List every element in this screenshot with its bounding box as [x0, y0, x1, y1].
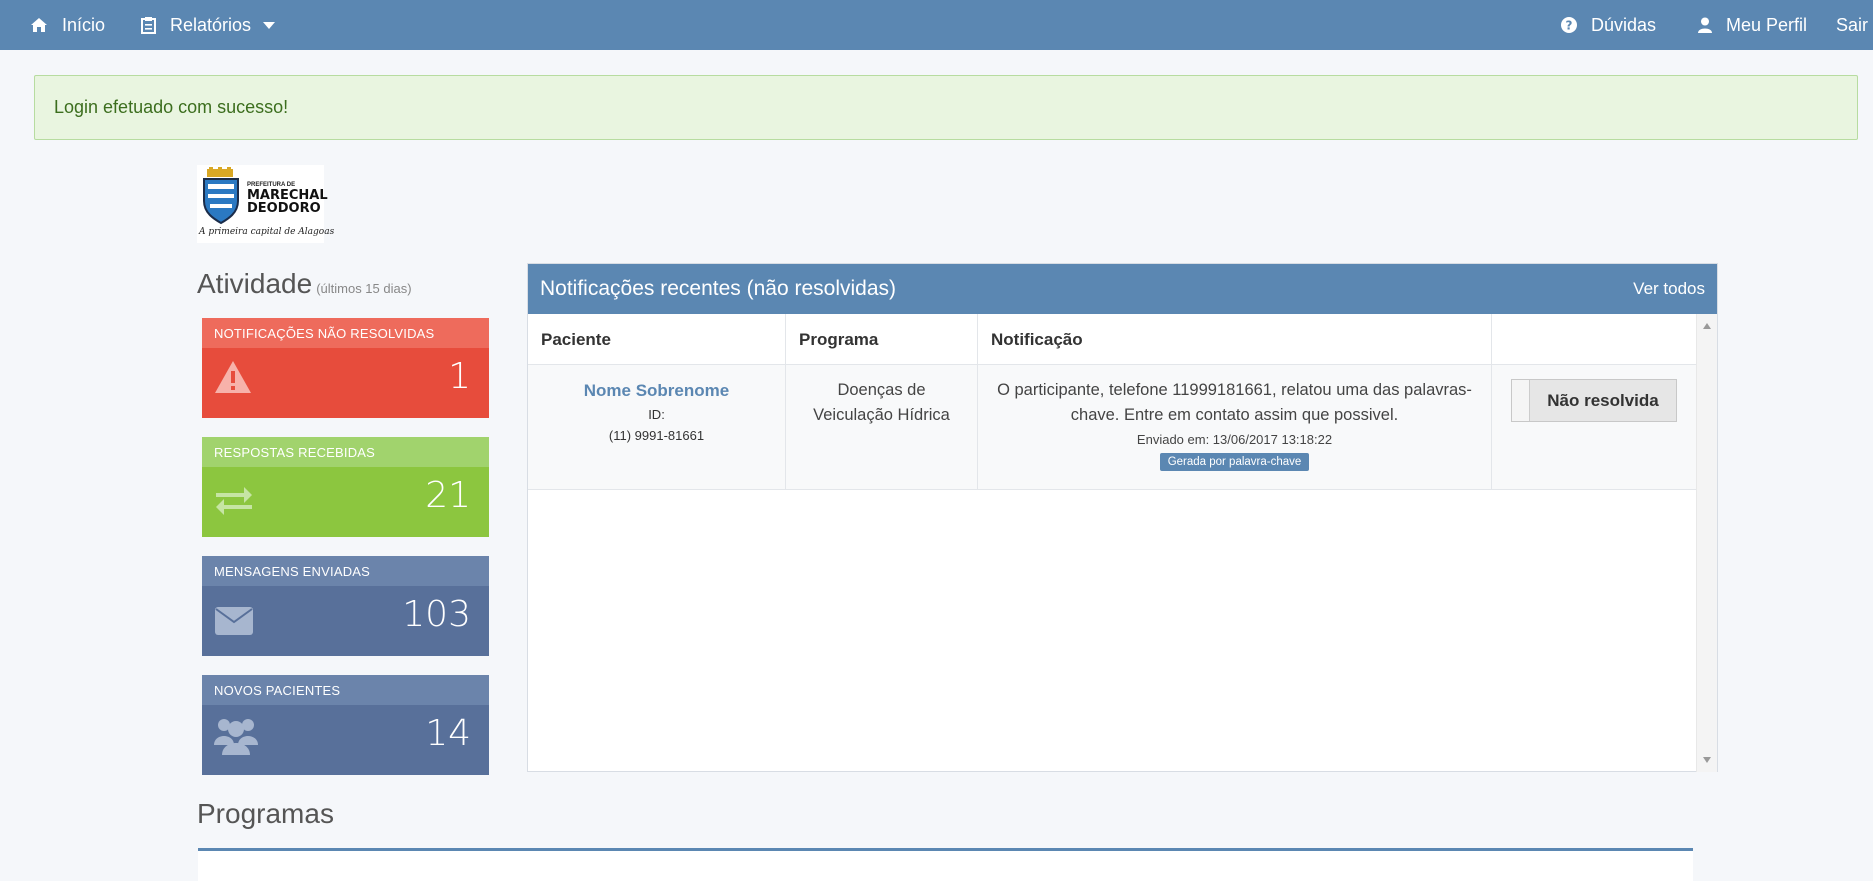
coat-of-arms-icon: [203, 167, 239, 225]
programs-panel: [198, 848, 1693, 881]
see-all-link[interactable]: Ver todos: [1633, 279, 1705, 299]
users-icon: [214, 719, 258, 755]
nav-reports-dropdown[interactable]: Relatórios: [141, 0, 276, 50]
stat-value: 1: [448, 356, 471, 397]
cell-action: Não resolvida: [1492, 365, 1696, 490]
keyword-badge: Gerada por palavra-chave: [1159, 453, 1310, 471]
logo-line2: MARECHAL DEODORO: [247, 189, 328, 215]
notifications-title: Notificações recentes (não resolvidas): [540, 277, 896, 300]
stat-unresolved-notifications[interactable]: NOTIFICAÇÕES NÃO RESOLVIDAS 1: [202, 318, 489, 418]
success-alert: Login efetuado com sucesso!: [34, 75, 1858, 140]
column-header-notification[interactable]: Notificação: [978, 314, 1492, 365]
nav-help-label: Dúvidas: [1591, 14, 1657, 35]
column-header-program[interactable]: Programa: [786, 314, 978, 365]
nav-reports-label: Relatórios: [170, 14, 252, 35]
notification-text: O participante, telefone 11999181661, re…: [997, 381, 1472, 424]
municipality-logo: PREFEITURA DE MARECHAL DEODORO A primeir…: [197, 165, 334, 243]
patient-phone: (11) 9991-81661: [608, 428, 705, 443]
exchange-icon: [216, 487, 252, 515]
clipboard-icon: [141, 17, 156, 34]
column-header-action: [1492, 314, 1696, 365]
user-icon: [1698, 17, 1712, 33]
nav-profile-label: Meu Perfil: [1726, 14, 1808, 35]
stat-label: MENSAGENS ENVIADAS: [202, 556, 489, 586]
column-header-patient[interactable]: Paciente: [528, 314, 786, 365]
stat-label: NOTIFICAÇÕES NÃO RESOLVIDAS: [202, 318, 489, 348]
stat-label: NOVOS PACIENTES: [202, 675, 489, 705]
stat-new-patients[interactable]: NOVOS PACIENTES 14: [202, 675, 489, 775]
stat-value: 21: [425, 475, 471, 516]
patient-id: ID:: [648, 407, 665, 422]
panel-scrollbar[interactable]: [1696, 314, 1717, 772]
sent-timestamp: Enviado em: 13/06/2017 13:18:22: [1136, 432, 1333, 447]
chevron-down-icon: [263, 21, 276, 29]
cell-patient: Nome Sobrenome ID: (11) 9991-81661: [528, 365, 786, 490]
patient-name-link[interactable]: Nome Sobrenome: [528, 381, 785, 401]
stat-label: RESPOSTAS RECEBIDAS: [202, 437, 489, 467]
home-icon: [31, 18, 47, 32]
logo-line3-text: DEODORO: [247, 201, 321, 216]
envelope-icon: [215, 607, 253, 635]
activity-heading: Atividade (últimos 15 dias): [197, 268, 412, 300]
warning-icon: [215, 361, 251, 393]
stat-value: 103: [402, 594, 471, 635]
top-navbar: Início Relatórios ? Dúvidas Meu Perfil S…: [0, 0, 1873, 50]
nav-home-label: Início: [62, 14, 106, 35]
alert-message: Login efetuado com sucesso!: [54, 97, 289, 117]
activity-subtitle: (últimos 15 dias): [316, 281, 412, 296]
activity-title: Atividade: [197, 268, 313, 299]
nav-profile[interactable]: Meu Perfil: [1698, 0, 1807, 50]
notifications-panel-header: Notificações recentes (não resolvidas) V…: [528, 264, 1717, 314]
cell-notification: O participante, telefone 11999181661, re…: [978, 365, 1492, 490]
unresolved-toggle-label: Não resolvida: [1547, 390, 1659, 410]
nav-help[interactable]: ? Dúvidas: [1561, 0, 1656, 50]
nav-logout[interactable]: Sair: [1836, 0, 1868, 50]
programs-heading: Programas: [197, 798, 334, 829]
table-row: Nome Sobrenome ID: (11) 9991-81661 Doenç…: [528, 365, 1696, 490]
question-circle-icon: ?: [1561, 17, 1577, 33]
program-name: Doenças de Veiculação Hídrica: [813, 381, 950, 424]
unresolved-toggle-button[interactable]: Não resolvida: [1511, 379, 1677, 422]
svg-text:?: ?: [1566, 19, 1573, 33]
logo-tagline: A primeira capital de Alagoas: [199, 227, 335, 237]
toggle-switch: [1512, 380, 1530, 421]
scroll-down-icon[interactable]: [1703, 757, 1711, 763]
stat-value: 14: [425, 713, 471, 754]
table-header: Paciente Programa Notificação: [528, 314, 1696, 365]
nav-home[interactable]: Início: [30, 0, 105, 50]
stat-received-responses[interactable]: RESPOSTAS RECEBIDAS 21: [202, 437, 489, 537]
notifications-panel: Notificações recentes (não resolvidas) V…: [527, 263, 1718, 772]
nav-logout-label: Sair: [1836, 14, 1869, 35]
stat-sent-messages[interactable]: MENSAGENS ENVIADAS 103: [202, 556, 489, 656]
scroll-up-icon[interactable]: [1703, 323, 1711, 329]
cell-program: Doenças de Veiculação Hídrica: [786, 365, 978, 490]
